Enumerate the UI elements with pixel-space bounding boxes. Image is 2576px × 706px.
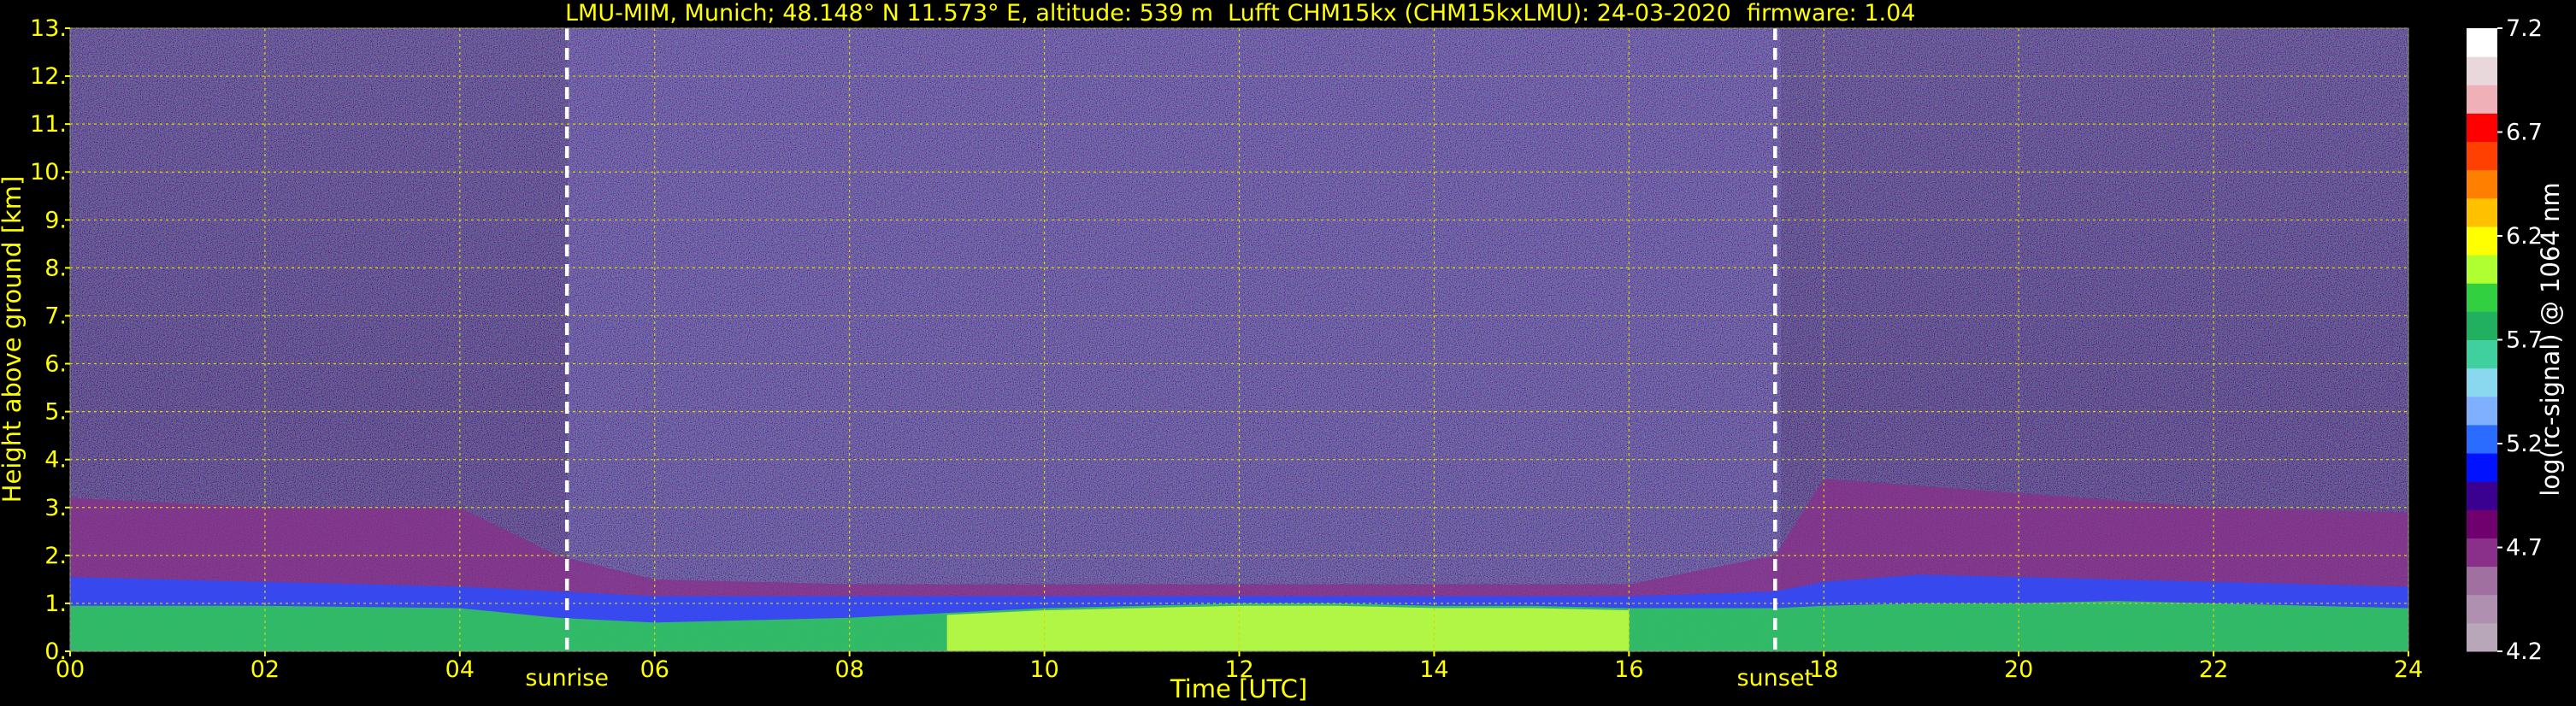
colorbar-tick-label: 7.2	[2506, 15, 2543, 42]
colorbar-segment	[2467, 481, 2497, 510]
y-tick-label: 0.	[44, 638, 67, 665]
colorbar-segment	[2467, 283, 2497, 312]
y-axis-ticks: 0. 1. 2. 3. 4. 5. 6. 7. 8. 9. 10. 11. 12. 13.	[30, 15, 70, 665]
colorbar-segment	[2467, 255, 2497, 284]
colorbar-segment	[2467, 622, 2497, 652]
x-axis-label: Time [UTC]	[1170, 674, 1307, 703]
colorbar-segment	[2467, 28, 2497, 57]
x-tick-label: 14	[1419, 656, 1448, 683]
title-firmware: firmware: 1.04	[1747, 0, 1915, 26]
y-tick-label: 12.	[30, 63, 67, 90]
y-tick-label: 1.	[44, 591, 67, 617]
x-tick-label: 20	[2004, 656, 2033, 683]
colorbar-segment	[2467, 538, 2497, 568]
y-tick-label: 9.	[44, 207, 67, 233]
x-tick-label: 02	[251, 656, 280, 683]
y-tick-label: 6.	[44, 351, 67, 378]
colorbar-tick-label: 6.7	[2506, 120, 2543, 146]
colorbar-segment	[2467, 424, 2497, 454]
title-instrument: Lufft CHM15kx (CHM15kxLMU): 24-03-2020	[1228, 0, 1731, 26]
colorbar-segment	[2467, 197, 2497, 227]
colorbar-segment	[2467, 311, 2497, 340]
colorbar-segment	[2467, 339, 2497, 369]
x-tick-label: 06	[640, 656, 669, 683]
x-tick-label: 04	[445, 656, 475, 683]
y-tick-label: 3.	[44, 495, 67, 521]
colorbar-segment	[2467, 141, 2497, 171]
colorbar-segment	[2467, 566, 2497, 596]
colorbar-segment	[2467, 85, 2497, 114]
y-tick-label: 8.	[44, 255, 67, 281]
y-tick-label: 11.	[30, 111, 67, 138]
sunset-label: sunset	[1736, 665, 1813, 691]
y-tick-label: 4.	[44, 447, 67, 474]
colorbar-segment	[2467, 113, 2497, 143]
x-tick-label: 10	[1029, 656, 1058, 683]
daytime-core-area	[946, 605, 1630, 651]
colorbar-segment	[2467, 594, 2497, 624]
title-location: LMU-MIM, Munich; 48.148° N 11.573° E, al…	[565, 0, 1213, 26]
colorbar-segment	[2467, 509, 2497, 538]
x-tick-label: 24	[2394, 656, 2423, 683]
colorbar-segment	[2467, 396, 2497, 426]
y-axis-label: Height above ground [km]	[0, 176, 27, 503]
sunrise-label: sunrise	[525, 665, 609, 691]
plot-area: sunrise sunset	[69, 27, 2409, 691]
colorbar-tick-label: 4.7	[2506, 535, 2543, 562]
x-tick-label: 08	[834, 656, 864, 683]
colorbar-segment	[2467, 453, 2497, 482]
y-tick-label: 2.	[44, 543, 67, 569]
y-tick-label: 10.	[30, 159, 67, 185]
x-tick-label: 22	[2199, 656, 2228, 683]
ceilometer-chart: LMU-MIM, Munich; 48.148° N 11.573° E, al…	[0, 0, 2565, 703]
colorbar-label: log(rc-signal) @ 1064 nm	[2536, 182, 2565, 496]
colorbar-segment	[2467, 368, 2497, 397]
x-tick-label: 16	[1614, 656, 1643, 683]
x-tick-label: 18	[1809, 656, 1838, 683]
colorbar-segment	[2467, 56, 2497, 85]
y-tick-label: 5.	[44, 399, 67, 426]
colorbar-segment	[2467, 169, 2497, 199]
y-tick-label: 7.	[44, 303, 67, 329]
colorbar-tick-label: 4.2	[2506, 638, 2543, 665]
colorbar	[2467, 28, 2497, 652]
colorbar-segment	[2467, 226, 2497, 256]
y-tick-label: 13.	[30, 15, 67, 42]
